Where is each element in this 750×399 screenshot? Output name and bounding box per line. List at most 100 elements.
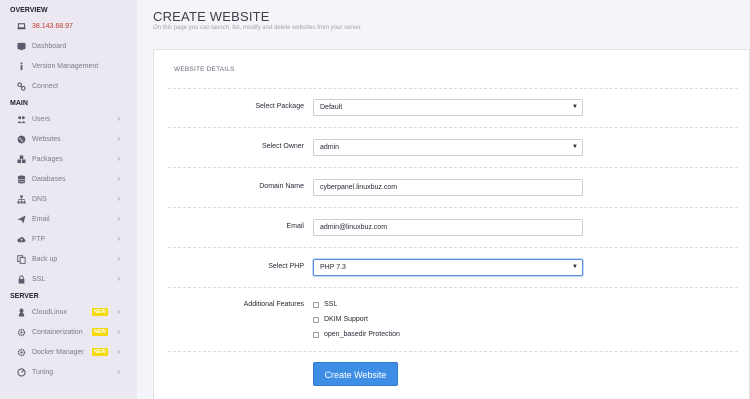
page-subtitle: On this page you can launch, list, modif… <box>153 25 363 31</box>
open-basedir-checkbox-label: open_basedir Protection <box>324 331 400 338</box>
sidebar-item-label: Websites <box>32 135 61 143</box>
dkim-checkbox-label: DKIM Support <box>324 316 368 323</box>
sidebar-item-label: CloudLinux <box>32 308 68 316</box>
sidebar-item-label: Version Management <box>32 62 99 70</box>
paper-plane-icon <box>17 214 26 224</box>
chevron-right-icon: › <box>117 274 120 283</box>
laptop-icon <box>17 22 26 31</box>
sidebar-item-label: Containerization <box>32 328 83 336</box>
sidebar-item-packages[interactable]: Packages › <box>0 149 137 169</box>
docker-icon <box>17 348 26 357</box>
caret-down-icon: ▼ <box>572 264 578 270</box>
checkbox-icon <box>313 316 319 323</box>
owner-label: Select Owner <box>261 143 304 150</box>
sidebar-item-label: Tuning <box>32 368 54 376</box>
info-icon <box>17 61 26 71</box>
sidebar: OVERVIEW 38.143.68.97 Dashboard Version … <box>0 0 137 399</box>
sidebar-item-label: Dashboard <box>32 42 67 50</box>
chevron-right-icon: › <box>117 307 120 316</box>
sidebar-item-dns[interactable]: DNS › <box>0 189 137 209</box>
database-icon <box>17 174 26 184</box>
php-select[interactable]: PHP 7.3 ▼ <box>313 259 583 276</box>
chevron-right-icon: › <box>117 114 120 123</box>
sidebar-item-label: Email <box>32 215 50 223</box>
sidebar-item-label: FTP <box>32 235 46 243</box>
domain-label: Domain Name <box>259 183 304 190</box>
chevron-right-icon: › <box>117 134 120 143</box>
sidebar-item-ssl[interactable]: SSL › <box>0 269 137 289</box>
sidebar-item-docker-manager[interactable]: Docker Manager NEW › <box>0 342 137 362</box>
email-input[interactable]: admin@linuxbuz.com <box>313 219 583 236</box>
sidebar-item-tuning[interactable]: Tuning › <box>0 362 137 382</box>
domain-input[interactable]: cyberpanel.linuxbuz.com <box>313 179 583 196</box>
divider <box>168 351 738 352</box>
caret-down-icon: ▼ <box>572 144 578 150</box>
sidebar-item-connect[interactable]: Connect <box>0 76 137 96</box>
sidebar-item-users[interactable]: Users › <box>0 109 137 129</box>
sidebar-item-label: Packages <box>32 155 63 163</box>
sidebar-item-ip[interactable]: 38.143.68.97 <box>0 16 137 36</box>
section-title-server: SERVER <box>10 293 39 300</box>
sidebar-item-databases[interactable]: Databases › <box>0 169 137 189</box>
create-website-button[interactable]: Create Website <box>313 362 398 386</box>
php-select-value: PHP 7.3 <box>320 264 346 271</box>
page-title: CREATE WEBSITE <box>153 9 270 24</box>
divider <box>168 247 738 248</box>
sidebar-item-label: Databases <box>32 175 66 183</box>
sidebar-item-version-management[interactable]: Version Management <box>0 56 137 76</box>
new-badge: NEW <box>92 328 108 336</box>
sidebar-item-label: SSL <box>32 275 46 283</box>
checkbox-icon <box>313 301 319 308</box>
tuning-icon <box>17 367 26 377</box>
chevron-right-icon: › <box>117 327 120 336</box>
divider <box>168 287 738 288</box>
lock-icon <box>17 274 26 284</box>
section-title-overview: OVERVIEW <box>10 7 48 14</box>
sidebar-item-label: Docker Manager <box>32 348 84 356</box>
divider <box>168 88 738 89</box>
sidebar-item-backup[interactable]: Back up › <box>0 249 137 269</box>
sidebar-item-email[interactable]: Email › <box>0 209 137 229</box>
linux-icon <box>17 307 26 317</box>
link-icon <box>17 81 26 91</box>
ssl-checkbox-label: SSL <box>324 301 338 308</box>
sidebar-item-label: Connect <box>32 82 59 90</box>
ssl-checkbox[interactable]: SSL <box>313 301 337 308</box>
package-label: Select Package <box>255 103 304 110</box>
cloud-upload-icon <box>17 235 26 244</box>
email-label: Email <box>286 223 304 230</box>
package-select[interactable]: Default ▼ <box>313 99 583 116</box>
divider <box>168 167 738 168</box>
dkim-checkbox[interactable]: DKIM Support <box>313 316 368 323</box>
chevron-right-icon: › <box>117 194 120 203</box>
owner-select-value: admin <box>320 144 340 151</box>
features-label: Additional Features <box>243 301 304 308</box>
package-select-value: Default <box>320 104 343 111</box>
section-title-main: MAIN <box>10 100 28 107</box>
php-label: Select PHP <box>268 263 304 270</box>
sitemap-icon <box>17 194 26 204</box>
caret-down-icon: ▼ <box>572 104 578 110</box>
copy-icon <box>17 254 26 264</box>
main-content: CREATE WEBSITE On this page you can laun… <box>137 0 750 399</box>
sidebar-item-websites[interactable]: Websites › <box>0 129 137 149</box>
sidebar-item-label: 38.143.68.97 <box>32 22 73 30</box>
sidebar-item-ftp[interactable]: FTP › <box>0 229 137 249</box>
divider <box>168 127 738 128</box>
sidebar-item-containerization[interactable]: Containerization NEW › <box>0 322 137 342</box>
sidebar-item-dashboard[interactable]: Dashboard <box>0 36 137 56</box>
users-icon <box>17 115 26 124</box>
chevron-right-icon: › <box>117 214 120 223</box>
owner-select[interactable]: admin ▼ <box>313 139 583 156</box>
chevron-right-icon: › <box>117 234 120 243</box>
checkbox-icon <box>313 331 319 338</box>
chevron-right-icon: › <box>117 254 120 263</box>
sidebar-item-cloudlinux[interactable]: CloudLinux NEW › <box>0 302 137 322</box>
chevron-right-icon: › <box>117 367 120 376</box>
sidebar-item-label: DNS <box>32 195 47 203</box>
open-basedir-checkbox[interactable]: open_basedir Protection <box>313 331 400 338</box>
website-details-card: WEBSITE DETAILS Select Package Default ▼… <box>153 49 750 399</box>
chevron-right-icon: › <box>117 174 120 183</box>
chevron-right-icon: › <box>117 347 120 356</box>
new-badge: NEW <box>92 308 108 316</box>
